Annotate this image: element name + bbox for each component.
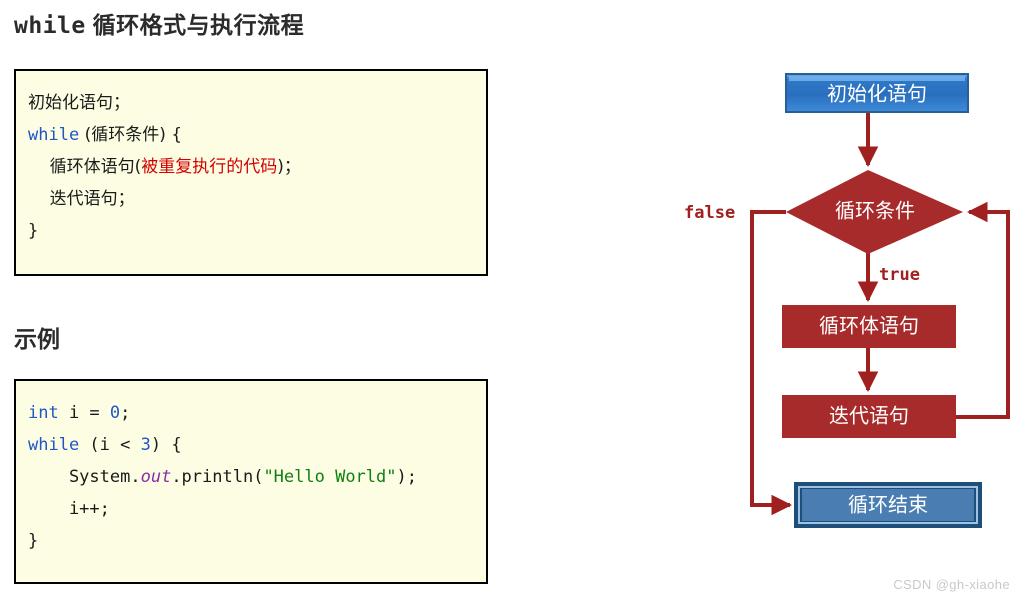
flow-node-iteration-label: 迭代语句	[829, 404, 909, 428]
page-title-keyword: while	[14, 13, 86, 39]
flow-node-start: 初始化语句	[785, 73, 969, 113]
watermark: CSDN @gh-xiaohe	[893, 577, 1010, 592]
syntax-code-line: 初始化语句；	[28, 87, 486, 119]
syntax-code-token: (循环条件) {	[79, 125, 183, 145]
example-code-token: i =	[58, 403, 110, 423]
example-code-token: "Hello World"	[263, 467, 397, 487]
example-code-token: 3	[140, 435, 151, 455]
example-code-token: out	[140, 467, 172, 487]
syntax-code-token: 初始化语句；	[28, 93, 130, 113]
flow-node-condition: 循环条件	[786, 170, 963, 254]
example-code-token: int	[28, 403, 59, 423]
flow-node-end: 循环结束	[794, 482, 982, 528]
flow-node-start-label: 初始化语句	[827, 82, 927, 106]
page-title: while 循环格式与执行流程	[14, 6, 304, 40]
page-title-text: 循环格式与执行流程	[85, 12, 305, 38]
example-code-token: }	[28, 531, 39, 551]
example-code-token: ;	[120, 403, 131, 423]
example-code-token: (i <	[79, 435, 141, 455]
edge-label-true: true	[879, 265, 920, 285]
flow-node-condition-label: 循环条件	[835, 199, 915, 223]
edge-label-false: false	[684, 203, 735, 223]
syntax-code-line: 循环体语句(被重复执行的代码)；	[28, 151, 486, 183]
flow-node-end-label: 循环结束	[848, 493, 928, 517]
flow-node-body: 循环体语句	[782, 305, 956, 348]
syntax-code-line: 迭代语句；	[28, 183, 486, 215]
flow-node-iteration: 迭代语句	[782, 395, 956, 438]
while-loop-flowchart: 初始化语句 循环条件 循环体语句 迭代语句 循环结束 false true	[660, 0, 1024, 598]
example-code-block: int i = 0; while (i < 3) { System.out.pri…	[14, 379, 488, 584]
syntax-code-token: }	[28, 221, 39, 241]
syntax-code-token: 循环体语句(	[28, 157, 142, 177]
syntax-code-block: 初始化语句； while (循环条件) { 循环体语句(被重复执行的代码)； 迭代…	[14, 69, 488, 276]
syntax-code-line: }	[28, 215, 486, 247]
example-code-token: .println(	[171, 467, 264, 487]
syntax-code-token: 迭代语句；	[28, 189, 135, 209]
example-code-line: i++;	[28, 493, 486, 525]
example-code-token: System.	[28, 467, 141, 487]
syntax-code-token: )；	[277, 157, 301, 177]
example-code-line: while (i < 3) {	[28, 429, 486, 461]
syntax-code-line: while (循环条件) {	[28, 119, 486, 151]
example-code-token: while	[28, 435, 80, 455]
example-code-line: System.out.println("Hello World");	[28, 461, 486, 493]
example-code-line: }	[28, 525, 486, 557]
syntax-code-token: while	[28, 125, 80, 145]
syntax-code-token: 被重复执行的代码	[141, 157, 278, 177]
example-code-token: );	[396, 467, 417, 487]
example-code-token: ) {	[150, 435, 182, 455]
example-code-token: i++;	[28, 499, 110, 519]
example-code-line: int i = 0;	[28, 397, 486, 429]
example-code-token: 0	[109, 403, 121, 423]
edge-iteration-back-to-condition	[956, 201, 1010, 419]
flow-node-body-label: 循环体语句	[819, 314, 919, 338]
example-heading: 示例	[14, 326, 60, 352]
edge-condition-false-to-end	[750, 210, 793, 516]
